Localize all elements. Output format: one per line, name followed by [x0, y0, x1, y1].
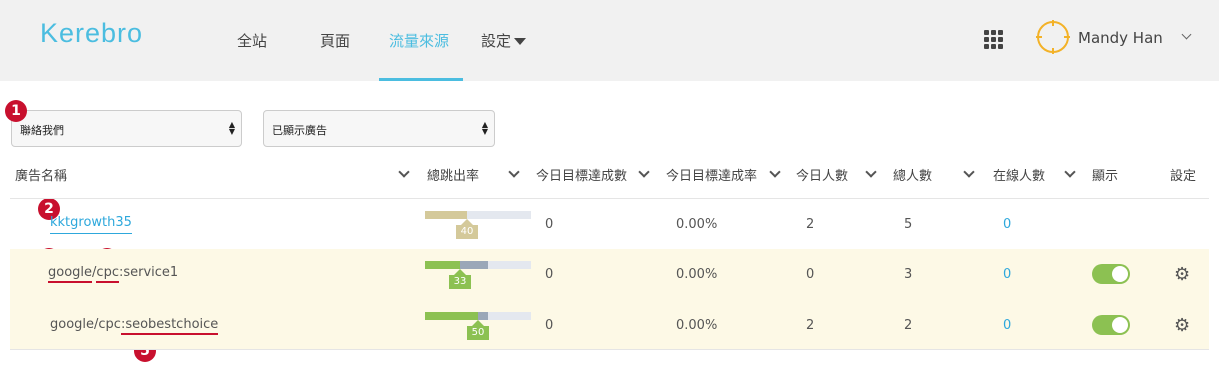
- page-select-value: 聯絡我們: [20, 124, 64, 137]
- annotation-badge-1: 1: [5, 100, 27, 122]
- logo[interactable]: Kerebro: [40, 18, 143, 49]
- total-visitors: 3: [904, 267, 913, 282]
- nav-site[interactable]: 全站: [237, 30, 267, 81]
- table-row: [10, 249, 1209, 300]
- nav-traffic-source[interactable]: 流量來源: [389, 30, 449, 81]
- gear-icon[interactable]: ⚙: [1174, 264, 1190, 285]
- ad-display-select[interactable]: 已顯示廣告 ▲ ▼: [263, 110, 495, 147]
- bounce-bar: [425, 261, 531, 269]
- goal-rate-today: 0.00%: [676, 267, 718, 282]
- online-visitors[interactable]: 0: [1003, 267, 1011, 282]
- visitors-today: 0: [806, 267, 815, 282]
- caret-down-icon: [514, 38, 527, 45]
- col-goal-rate-today[interactable]: 今日目標達成率: [666, 165, 757, 184]
- sort-chevron-icon[interactable]: [508, 166, 520, 178]
- col-bounce-rate[interactable]: 總跳出率: [427, 165, 479, 184]
- bounce-bar: [425, 211, 531, 219]
- goal-rate-today: 0.00%: [676, 318, 718, 333]
- sort-chevron-icon[interactable]: [769, 166, 781, 178]
- ad-name-campaign: :service1: [118, 265, 179, 280]
- online-visitors[interactable]: 0: [1003, 217, 1011, 232]
- nav-pages[interactable]: 頁面: [320, 30, 350, 81]
- user-name[interactable]: Mandy Han: [1078, 29, 1163, 47]
- gear-icon[interactable]: ⚙: [1174, 315, 1190, 336]
- nav-settings-label: 設定: [481, 32, 512, 50]
- display-toggle[interactable]: [1092, 315, 1130, 335]
- col-online-visitors[interactable]: 在線人數: [993, 165, 1045, 184]
- col-settings: 設定: [1170, 169, 1197, 184]
- nav-settings[interactable]: 設定: [481, 30, 527, 81]
- col-goals-today[interactable]: 今日目標達成數: [536, 165, 627, 184]
- bounce-bar-fill: [425, 312, 478, 320]
- col-ad-name[interactable]: 廣告名稱: [15, 165, 67, 184]
- online-visitors[interactable]: 0: [1003, 318, 1011, 333]
- ad-name[interactable]: google/cpc:service1: [48, 265, 179, 283]
- bounce-value-label: 33: [449, 269, 471, 289]
- goal-rate-today: 0.00%: [676, 217, 718, 232]
- col-display: 顯示: [1092, 169, 1119, 184]
- ad-display-select-value: 已顯示廣告: [272, 124, 327, 137]
- total-visitors: 5: [904, 217, 913, 232]
- select-arrows-icon: ▲ ▼: [228, 120, 235, 136]
- visitors-today: 2: [806, 217, 815, 232]
- sort-chevron-icon[interactable]: [1064, 166, 1076, 178]
- bounce-bar: [425, 312, 531, 320]
- col-total-visitors[interactable]: 總人數: [893, 165, 932, 184]
- bounce-value-label: 50: [467, 320, 489, 340]
- bounce-bar-marker: [460, 261, 488, 269]
- sort-chevron-icon[interactable]: [638, 166, 650, 178]
- col-visitors-today[interactable]: 今日人數: [796, 165, 848, 184]
- ad-name-medium: cpc: [96, 265, 119, 283]
- chevron-down-icon[interactable]: [1181, 29, 1192, 40]
- goals-today: 0: [545, 318, 554, 333]
- ad-name-source-medium: google/cpc: [50, 317, 121, 332]
- page-select[interactable]: 聯絡我們 ▲ ▼: [11, 110, 242, 147]
- top-header: Kerebro 全站 頁面 流量來源 設定 Mandy Han: [0, 0, 1219, 81]
- ad-name-campaign: :seobestchoice: [120, 317, 219, 335]
- ad-name-link[interactable]: kktgrowth35: [50, 215, 132, 234]
- bounce-bar-marker: [478, 312, 488, 320]
- sort-chevron-icon[interactable]: [398, 166, 410, 178]
- bounce-bar-fill: [425, 261, 460, 269]
- apps-grid-icon[interactable]: [984, 30, 1004, 49]
- table-row: [10, 199, 1209, 250]
- visitors-today: 2: [806, 318, 815, 333]
- ad-name-source: google: [48, 265, 93, 283]
- total-visitors: 2: [904, 318, 913, 333]
- goals-today: 0: [545, 217, 554, 232]
- display-toggle[interactable]: [1092, 264, 1130, 284]
- ad-name[interactable]: google/cpc:seobestchoice: [50, 317, 219, 335]
- active-nav-indicator: [379, 78, 463, 81]
- sort-chevron-icon[interactable]: [865, 166, 877, 178]
- sort-chevron-icon[interactable]: [963, 166, 975, 178]
- goals-today: 0: [545, 267, 554, 282]
- select-arrows-icon: ▲ ▼: [481, 120, 488, 136]
- sun-avatar-icon[interactable]: [1036, 20, 1070, 54]
- bounce-value-label: 40: [456, 219, 478, 239]
- bounce-bar-fill: [425, 211, 467, 219]
